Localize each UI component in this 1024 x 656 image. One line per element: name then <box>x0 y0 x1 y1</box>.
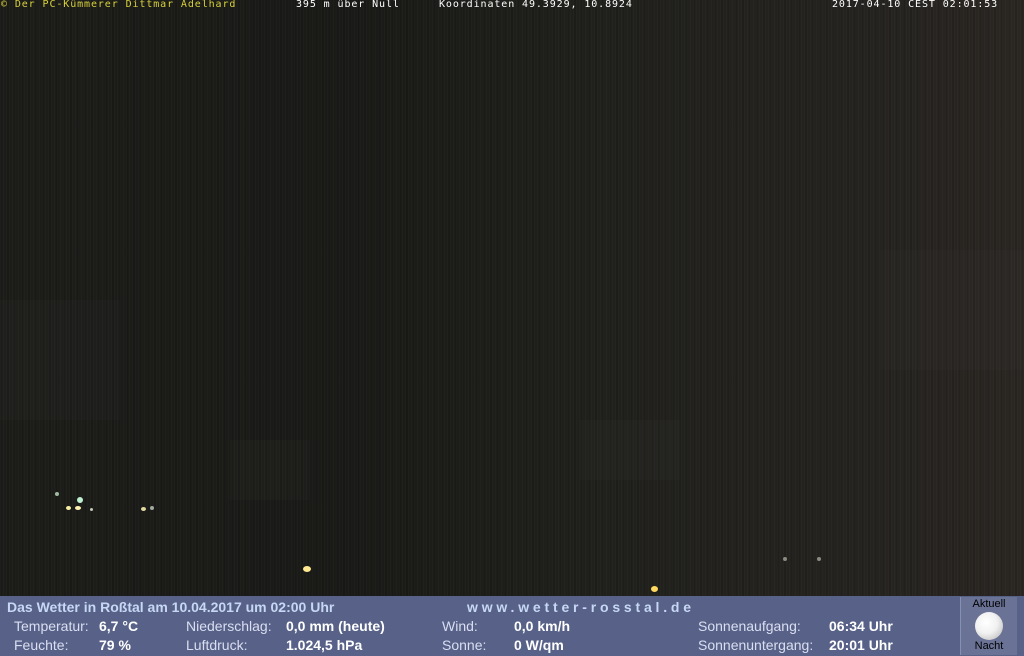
moon-bottom-label: Nacht <box>974 640 1004 652</box>
webcam-image <box>0 0 1024 596</box>
noise-patch <box>0 300 120 420</box>
distant-light <box>90 508 93 511</box>
noise-patch <box>230 440 310 500</box>
humidity-value: 79 % <box>99 637 131 653</box>
sun-label: Sonne: <box>442 637 487 653</box>
sunrise-value: 06:34 Uhr <box>829 618 893 634</box>
distant-light <box>77 497 83 503</box>
altitude-text: 395 m über Null <box>296 0 400 10</box>
copyright-text: © Der PC-Kümmerer Dittmar Adelhard <box>1 0 237 10</box>
sunset-label: Sonnenuntergang: <box>698 637 814 653</box>
distant-light <box>783 557 787 561</box>
weather-title: Das Wetter in Roßtal am 10.04.2017 um 02… <box>7 599 335 615</box>
website-link[interactable]: www.wetter-rosstal.de <box>467 599 695 615</box>
distant-light <box>817 557 821 561</box>
sunset-value: 20:01 Uhr <box>829 637 893 653</box>
distant-light <box>150 506 154 510</box>
pressure-label: Luftdruck: <box>186 637 248 653</box>
precipitation-value: 0,0 mm (heute) <box>286 618 385 634</box>
distant-light <box>303 566 311 572</box>
humidity-label: Feuchte: <box>14 637 69 653</box>
precipitation-label: Niederschlag: <box>186 618 272 634</box>
temperature-value: 6,7 °C <box>99 618 139 634</box>
temperature-label: Temperatur: <box>14 618 89 634</box>
distant-light <box>141 507 146 511</box>
sunrise-label: Sonnenaufgang: <box>698 618 801 634</box>
weather-panel: Das Wetter in Roßtal am 10.04.2017 um 02… <box>0 596 1024 656</box>
noise-patch <box>880 250 1024 370</box>
distant-light <box>75 506 81 510</box>
noise-patch <box>580 420 680 480</box>
distant-light <box>66 506 71 510</box>
wind-value: 0,0 km/h <box>514 618 571 634</box>
distant-light <box>55 492 59 496</box>
pressure-value: 1.024,5 hPa <box>286 637 363 653</box>
camera-info-overlay: © Der PC-Kümmerer Dittmar Adelhard 395 m… <box>0 0 1024 11</box>
distant-light <box>651 586 658 592</box>
moon-icon <box>975 612 1003 640</box>
coordinates-text: Koordinaten 49.3929, 10.8924 <box>439 0 633 10</box>
moon-phase-box: Aktuell Nacht <box>960 597 1017 655</box>
sun-value: 0 W/qm <box>514 637 564 653</box>
moon-top-label: Aktuell <box>972 598 1006 610</box>
timestamp-text: 2017-04-10 CEST 02:01:53 <box>832 0 999 10</box>
wind-label: Wind: <box>442 618 478 634</box>
